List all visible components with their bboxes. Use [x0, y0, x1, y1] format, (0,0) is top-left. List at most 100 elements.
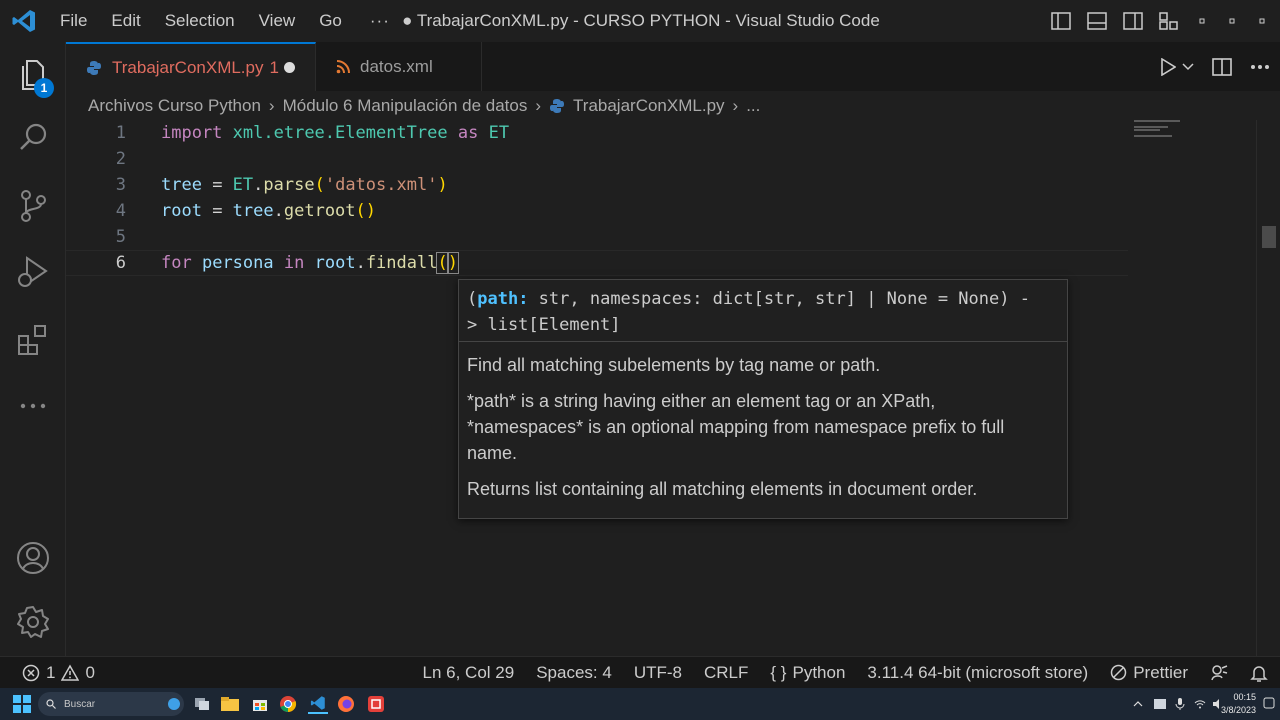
vertical-scrollbar[interactable]: [1256, 120, 1280, 656]
breadcrumb-file[interactable]: TrabajarConXML.py: [573, 96, 725, 116]
doc-returns: Returns list containing all matching ele…: [467, 479, 978, 499]
play-icon: [1161, 57, 1176, 76]
indentation[interactable]: Spaces: 4: [536, 663, 612, 683]
maximize-icon[interactable]: [1224, 10, 1240, 32]
taskbar-search[interactable]: Buscar: [38, 692, 184, 716]
menu-file[interactable]: File: [48, 0, 99, 42]
tab-problem-count: 1: [269, 57, 279, 77]
more-views-button[interactable]: [0, 374, 66, 438]
chevron-up-icon[interactable]: [1128, 694, 1148, 714]
breadcrumb-symbol[interactable]: ...: [746, 96, 760, 116]
editor-tabs: TrabajarConXML.py 1 datos.xml: [66, 42, 1280, 91]
notification-center-icon[interactable]: [1262, 696, 1276, 710]
doc-params: *path* is a string having either an elem…: [467, 391, 1005, 463]
code-text: tree = ET.parse('datos.xml'): [161, 175, 448, 195]
accounts-button[interactable]: [0, 526, 66, 590]
menu-bar: File Edit Selection View Go ···: [48, 0, 406, 42]
prettier-status[interactable]: Prettier: [1110, 663, 1188, 683]
chrome-icon[interactable]: [278, 694, 298, 714]
line-number: 2: [115, 149, 126, 169]
language-mode[interactable]: { } Python: [770, 663, 845, 683]
encoding[interactable]: UTF-8: [634, 663, 682, 683]
problems-indicator[interactable]: 1 0: [22, 657, 95, 689]
microphone-icon[interactable]: [1170, 694, 1190, 714]
tab-label: datos.xml: [360, 56, 433, 76]
python-interpreter[interactable]: 3.11.4 64-bit (microsoft store): [867, 663, 1088, 683]
line-number: 1: [115, 123, 126, 143]
extensions-icon: [18, 325, 46, 355]
title-bar: File Edit Selection View Go ··· ● Trabaj…: [0, 0, 1280, 42]
clock-date: 3/8/2023: [1220, 705, 1256, 715]
menu-selection[interactable]: Selection: [153, 0, 247, 42]
tab-trabajarconxml[interactable]: TrabajarConXML.py 1: [66, 42, 316, 91]
taskbar-clock[interactable]: 00:15 3/8/2023: [1221, 691, 1256, 717]
store-icon[interactable]: [250, 694, 270, 714]
firefox-icon[interactable]: [336, 694, 356, 714]
code-text: import xml.etree.ElementTree as ET: [161, 123, 510, 143]
minimap[interactable]: [1130, 120, 1256, 656]
file-explorer-icon[interactable]: [220, 694, 240, 714]
prohibited-icon: [1110, 664, 1127, 681]
menu-more-button[interactable]: ···: [354, 11, 406, 31]
line-number: 6: [115, 253, 126, 273]
breadcrumb-subfolder[interactable]: Módulo 6 Manipulación de datos: [283, 96, 528, 116]
extensions-button[interactable]: [0, 308, 66, 372]
line-number: 5: [115, 227, 126, 247]
warning-icon: [61, 663, 80, 681]
taskbar-search-label: Buscar: [64, 698, 96, 710]
wifi-icon[interactable]: [1190, 694, 1210, 714]
source-control-button[interactable]: [0, 174, 66, 238]
function-signature: (path: str, namespaces: dict[str, str] |…: [459, 280, 1067, 342]
minimize-icon[interactable]: [1194, 10, 1210, 32]
vscode-taskbar-icon[interactable]: [308, 694, 328, 714]
menu-view[interactable]: View: [247, 0, 308, 42]
toggle-secondary-sidebar-icon[interactable]: [1122, 10, 1144, 32]
customize-layout-icon[interactable]: [1158, 10, 1180, 32]
cursor-position[interactable]: Ln 6, Col 29: [423, 663, 515, 683]
breadcrumb: Archivos Curso Python › Módulo 6 Manipul…: [88, 92, 760, 120]
code-line: 4 root = tree.getroot(): [66, 198, 1128, 224]
tray-app-icon[interactable]: [1150, 694, 1170, 714]
gear-icon: [17, 606, 49, 638]
unsaved-dot-icon[interactable]: [284, 62, 295, 73]
run-debug-icon: [18, 256, 48, 287]
editor-actions: [1160, 42, 1270, 91]
source-control-icon: [21, 190, 46, 222]
app-icon[interactable]: [366, 694, 386, 714]
run-file-button[interactable]: [1160, 57, 1194, 76]
notifications-bell-icon[interactable]: [1250, 664, 1268, 682]
menu-go[interactable]: Go: [307, 0, 354, 42]
chevron-right-icon: ›: [535, 96, 542, 115]
code-line: 1 import xml.etree.ElementTree as ET: [66, 120, 1128, 146]
vscode-logo-icon: [0, 0, 48, 42]
search-icon: [46, 699, 56, 709]
manage-button[interactable]: [0, 590, 66, 654]
search-button[interactable]: [0, 106, 66, 170]
explorer-button[interactable]: 1: [0, 42, 66, 106]
status-bar: 1 0 Ln 6, Col 29 Spaces: 4 UTF-8 CRLF { …: [0, 656, 1280, 688]
error-count: 1: [46, 662, 56, 682]
ellipsis-icon: [20, 403, 46, 409]
line-number: 4: [115, 201, 126, 221]
menu-edit[interactable]: Edit: [99, 0, 152, 42]
feedback-icon[interactable]: [1210, 664, 1228, 682]
more-actions-icon[interactable]: [1250, 64, 1270, 70]
close-window-icon[interactable]: [1254, 10, 1270, 32]
breadcrumb-folder[interactable]: Archivos Curso Python: [88, 96, 261, 116]
tab-label: TrabajarConXML.py: [112, 57, 264, 77]
split-editor-icon[interactable]: [1212, 57, 1232, 76]
run-debug-button[interactable]: [0, 240, 66, 304]
code-line: 5: [66, 224, 1128, 250]
toggle-primary-sidebar-icon[interactable]: [1050, 10, 1072, 32]
tab-datos-xml[interactable]: datos.xml: [316, 42, 482, 91]
layout-controls: [1050, 0, 1270, 42]
braces-icon: { }: [770, 662, 787, 682]
os-taskbar: Buscar 00:15 3/8/2023: [0, 688, 1280, 720]
code-text: for persona in root.findall(): [161, 252, 459, 274]
end-of-line[interactable]: CRLF: [704, 663, 748, 683]
function-docs: Find all matching subelements by tag nam…: [459, 342, 1067, 522]
bing-icon: [168, 698, 180, 710]
toggle-panel-icon[interactable]: [1086, 10, 1108, 32]
windows-start-icon[interactable]: [12, 694, 32, 714]
task-view-icon[interactable]: [192, 694, 212, 714]
